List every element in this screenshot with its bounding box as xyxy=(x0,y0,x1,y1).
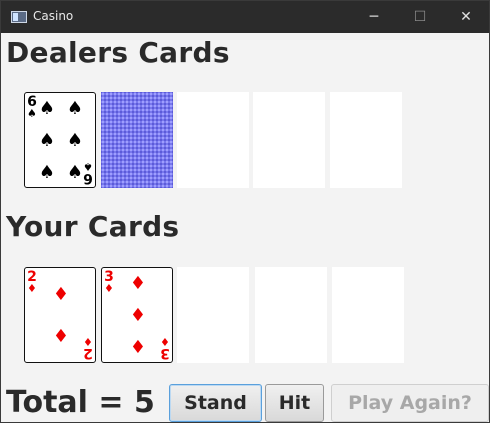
diamond-pip: ♦ xyxy=(129,305,147,326)
card-corner-bottom: 6 ♠ xyxy=(83,160,93,186)
card-corner-bottom: 2 ♦ xyxy=(83,335,93,361)
diamond-pip: ♦ xyxy=(129,337,147,358)
spade-pip: ♠ xyxy=(38,98,56,119)
player-card-slot xyxy=(177,267,249,363)
diamond-pip: ♦ xyxy=(129,273,147,294)
player-card-slot xyxy=(332,267,404,363)
maximize-icon[interactable]: ☐ xyxy=(397,1,443,33)
player-card-2: 3 ♦ ♦ ♦ ♦ 3 ♦ xyxy=(101,267,173,363)
dealer-card-slot xyxy=(330,92,402,188)
spade-pip: ♠ xyxy=(38,130,56,151)
spade-pip: ♠ xyxy=(66,162,84,183)
card-corner-top: 2 ♦ xyxy=(27,269,37,295)
dealer-card-1: 6 ♠ ♠ ♠ ♠ ♠ ♠ ♠ 6 ♠ xyxy=(24,92,96,188)
play-again-button[interactable]: Play Again? xyxy=(331,384,489,422)
dealer-cards-heading: Dealers Cards xyxy=(6,36,230,69)
spade-pip: ♠ xyxy=(66,130,84,151)
title-bar: Casino ─ ☐ ✕ xyxy=(1,1,489,33)
dealer-card-back xyxy=(101,92,173,188)
player-card-slot xyxy=(255,267,327,363)
stand-button[interactable]: Stand xyxy=(169,384,262,422)
diamond-pip: ♦ xyxy=(52,326,70,347)
dealer-card-slot xyxy=(253,92,325,188)
spade-pip: ♠ xyxy=(66,98,84,119)
window-title: Casino xyxy=(33,9,74,23)
card-corner-top: 6 ♠ xyxy=(27,94,37,120)
minimize-icon[interactable]: ─ xyxy=(351,1,397,33)
hit-button[interactable]: Hit xyxy=(265,384,324,422)
your-cards-heading: Your Cards xyxy=(6,210,180,243)
close-icon[interactable]: ✕ xyxy=(443,1,489,33)
card-corner-bottom: 3 ♦ xyxy=(160,335,170,361)
player-card-1: 2 ♦ ♦ ♦ 2 ♦ xyxy=(24,267,96,363)
casino-window: Casino ─ ☐ ✕ Dealers Cards 6 ♠ ♠ ♠ ♠ ♠ ♠… xyxy=(0,0,490,423)
total-label: Total = 5 xyxy=(6,385,155,420)
dealer-card-slot xyxy=(177,92,249,188)
spade-pip: ♠ xyxy=(38,162,56,183)
app-icon xyxy=(11,11,27,23)
card-corner-top: 3 ♦ xyxy=(104,269,114,295)
diamond-pip: ♦ xyxy=(52,284,70,305)
